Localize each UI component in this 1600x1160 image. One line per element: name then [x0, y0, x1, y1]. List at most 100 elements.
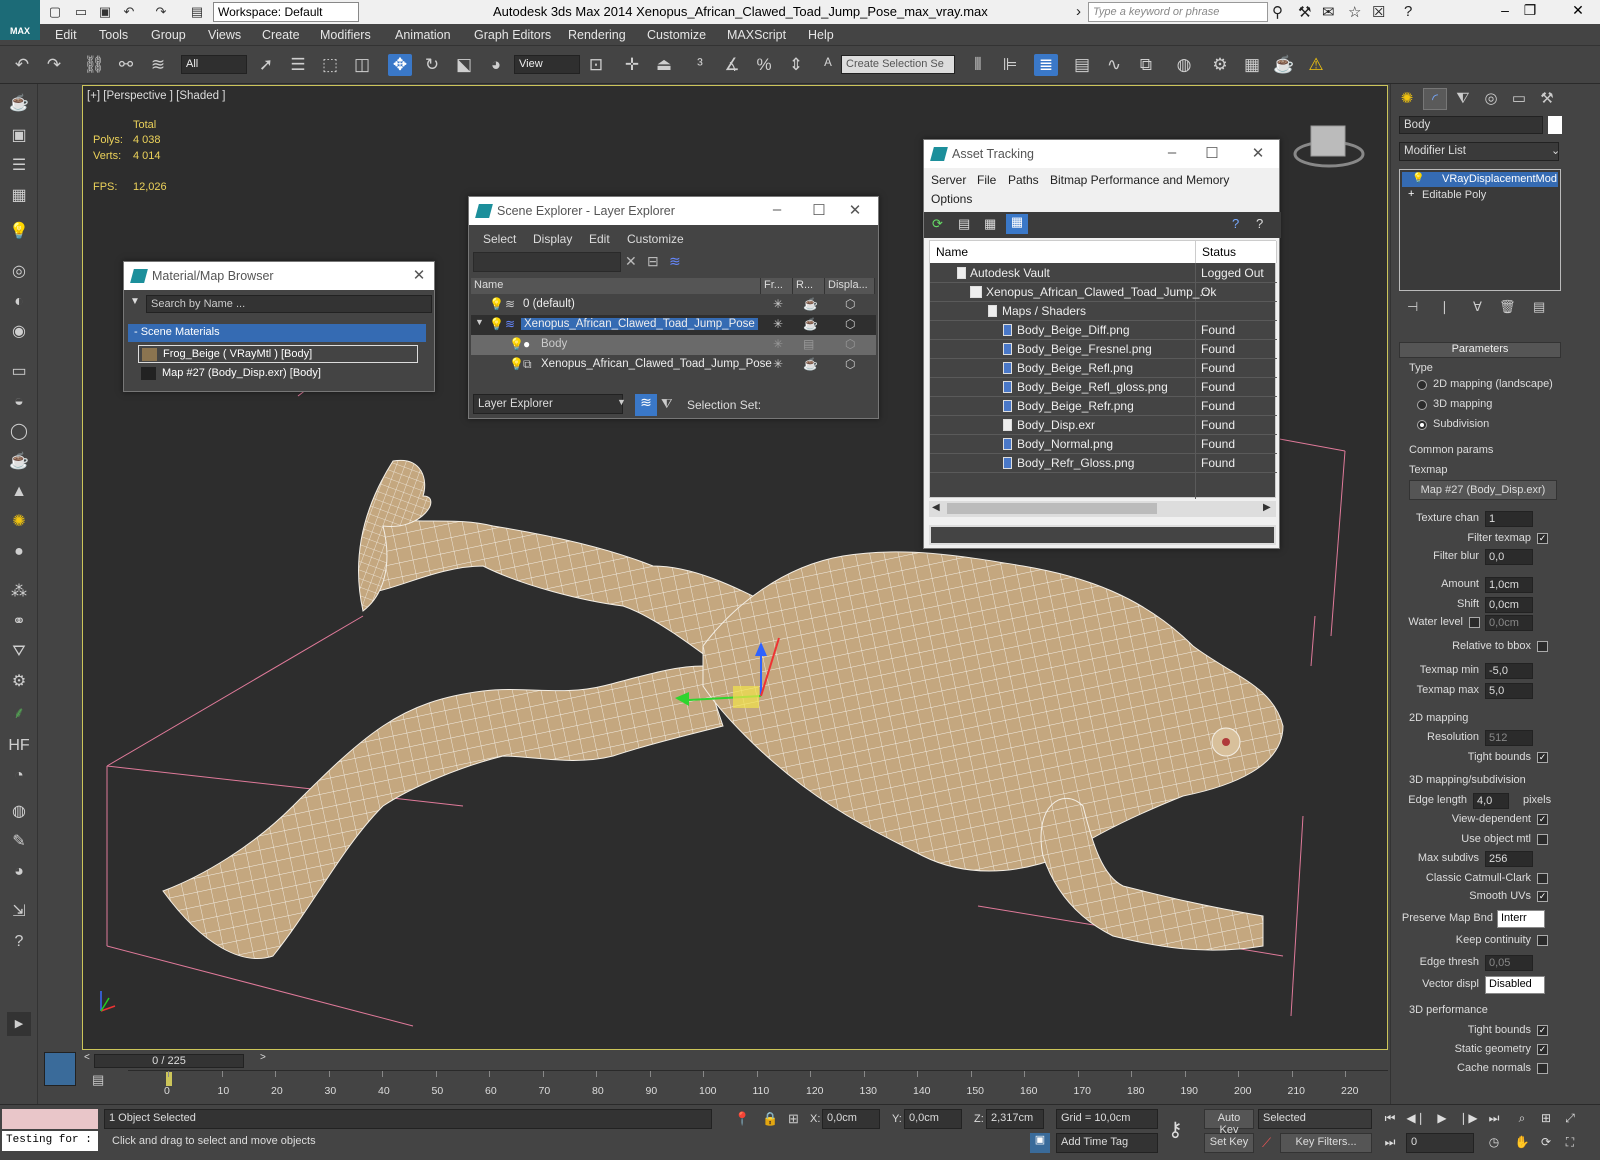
asset-row[interactable]: Body_Normal.png Found [930, 435, 1277, 454]
use-object-mtl-checkbox[interactable] [1537, 834, 1548, 845]
render-teapot-icon[interactable]: ☕ [803, 317, 818, 331]
lock-selection-icon[interactable]: 🔒 [762, 1111, 778, 1127]
asset-row[interactable]: Autodesk Vault Logged Out ... [930, 264, 1277, 294]
material-item[interactable]: Frog_Beige ( VRayMtl ) [Body] [138, 345, 418, 363]
redo-icon[interactable]: ↷ [42, 54, 66, 76]
column-status[interactable]: Status [1196, 241, 1277, 263]
window-crossing-icon[interactable]: ◫ [350, 54, 374, 76]
expand-arrow-icon[interactable]: ▼ [475, 317, 484, 327]
key-filters-button[interactable]: Key Filters... [1280, 1133, 1372, 1153]
angle-snap-icon[interactable]: ∡ [720, 54, 744, 76]
subscription-icon[interactable]: ⚒ [1298, 3, 1311, 21]
key-mode-dropdown[interactable]: Selected [1258, 1109, 1372, 1129]
object-icon[interactable]: ◔ [7, 764, 31, 788]
options-chevron-icon[interactable]: ▼ [130, 296, 140, 307]
light-bulb-icon[interactable]: 💡 [1412, 173, 1424, 184]
scene-menu-display[interactable]: Display [533, 232, 572, 246]
menu-help[interactable]: Help [808, 28, 834, 42]
orbit-icon[interactable]: ⟳ [1536, 1135, 1556, 1151]
stack-item-editable-poly[interactable]: Editable Poly [1422, 189, 1486, 201]
asset-menu-options[interactable]: Options [931, 192, 972, 206]
hf-icon[interactable]: HF [7, 734, 31, 758]
current-frame-marker[interactable] [166, 1072, 172, 1086]
column-name[interactable]: Name [930, 241, 1196, 263]
edge-thresh-spinner[interactable]: 0,05 [1485, 955, 1533, 971]
view-dependent-checkbox[interactable]: ✓ [1537, 814, 1548, 825]
redo-icon[interactable]: ↷ [152, 3, 170, 21]
list-view-icon[interactable]: ▤ [958, 216, 970, 232]
open-file-icon[interactable]: ▭ [72, 3, 90, 21]
zoom-all-icon[interactable]: ⊞ [1536, 1111, 1556, 1127]
asset-row[interactable]: Body_Beige_Refr.png Found [930, 397, 1277, 416]
texmap-min-spinner[interactable]: -5,0 [1485, 663, 1533, 679]
layer-export-icon[interactable]: ⇲ [7, 900, 31, 924]
save-file-icon[interactable]: ▣ [96, 3, 114, 21]
pivot-center-icon[interactable]: ⊡ [584, 54, 608, 76]
filter-blur-spinner[interactable]: 0,0 [1485, 549, 1533, 565]
asset-menu-paths[interactable]: Paths [1008, 173, 1039, 187]
scroll-thumb[interactable] [947, 503, 1157, 514]
scene-menu-select[interactable]: Select [483, 232, 516, 246]
horizontal-scrollbar[interactable]: ◀ ▶ [929, 501, 1276, 517]
dome-icon[interactable]: ◒ [7, 390, 31, 414]
close-icon[interactable]: ✕ [1243, 144, 1273, 162]
undo-icon[interactable]: ↶ [10, 54, 34, 76]
texmap-max-spinner[interactable]: 5,0 [1485, 683, 1533, 699]
isolate-selection-icon[interactable]: 📍 [734, 1111, 750, 1127]
layer-stack-icon[interactable]: ≋ [635, 394, 657, 416]
asset-row[interactable]: Xenopus_African_Clawed_Toad_Jump_... Ok [930, 283, 1277, 302]
material-ball-icon[interactable]: ◍ [7, 800, 31, 824]
scroll-left-icon[interactable]: ◀ [932, 502, 940, 513]
render-teapot-icon[interactable]: ☕ [803, 357, 818, 371]
warning-icon[interactable]: ⚠ [1304, 54, 1328, 76]
freeze-snowflake-icon[interactable]: ✳ [773, 297, 783, 311]
thumbnail-view-icon[interactable]: ▦ [984, 216, 996, 232]
scene-materials-header[interactable]: - Scene Materials [128, 324, 426, 342]
box-icon[interactable]: ▭ [7, 360, 31, 384]
layer-add-icon[interactable]: ≋ [669, 253, 681, 270]
amount-spinner[interactable]: 1,0cm [1485, 577, 1533, 593]
y-coord-field[interactable]: 0,0cm [904, 1109, 962, 1129]
tight-bounds-checkbox[interactable]: ✓ [1537, 752, 1548, 763]
utilities-tab-icon[interactable]: ⚒ [1535, 88, 1559, 110]
camera-icon[interactable]: ◎ [7, 260, 31, 284]
align-icon[interactable]: ⊫ [998, 54, 1022, 76]
render-icon[interactable]: ◕ [7, 860, 31, 884]
project-folder-icon[interactable]: ▤ [188, 3, 206, 21]
maximize-icon[interactable]: ☐ [1197, 144, 1227, 162]
scene-filter-input[interactable] [473, 252, 621, 272]
radio-3d-mapping[interactable] [1417, 400, 1427, 410]
display-box-icon[interactable]: ⬡ [845, 337, 855, 351]
table-view-icon[interactable]: ▦ [1006, 214, 1028, 234]
clear-filter-icon[interactable]: ✕ [625, 253, 637, 270]
expand-plus-icon[interactable]: + [1408, 188, 1414, 200]
display-box-icon[interactable]: ⬡ [845, 317, 855, 331]
asset-path-field[interactable] [929, 525, 1276, 545]
z-coord-field[interactable]: 2,317cm [986, 1109, 1044, 1129]
pyramid-icon[interactable]: ⛛ [7, 640, 31, 664]
maxscript-input[interactable]: Testing for : [2, 1131, 98, 1151]
new-file-icon[interactable]: ▢ [46, 3, 64, 21]
menu-edit[interactable]: Edit [55, 28, 77, 42]
go-to-end-icon[interactable]: ⏭ [1484, 1111, 1504, 1127]
maxscript-listener-mini[interactable] [2, 1109, 98, 1129]
maximize-icon[interactable]: ☐ [804, 201, 834, 219]
scroll-right-icon[interactable]: ▶ [1263, 502, 1271, 513]
keyboard-shortcut-icon[interactable]: ⏏ [652, 54, 676, 76]
object-row[interactable]: 💡 ● Body ✳ ▤ ⬡ [471, 335, 876, 355]
vector-displ-dropdown[interactable]: Disabled [1485, 976, 1545, 994]
asset-row[interactable]: Body_Disp.exr Found [930, 416, 1277, 435]
viewcube[interactable] [1293, 125, 1365, 168]
column-display[interactable]: Displa... [825, 278, 875, 294]
sun-icon[interactable]: ✺ [7, 510, 31, 534]
film-icon[interactable]: ◉ [7, 320, 31, 344]
freeze-snowflake-icon[interactable]: ✳ [773, 357, 783, 371]
resolution-spinner[interactable]: 512 [1485, 730, 1533, 746]
menu-customize[interactable]: Customize [647, 28, 706, 42]
radio-subdivision[interactable] [1417, 420, 1427, 430]
refresh-icon[interactable]: ⟳ [932, 216, 943, 232]
help-icon[interactable]: ? [1404, 3, 1412, 20]
search-binoculars-icon[interactable]: ⚲ [1272, 3, 1283, 21]
image-icon[interactable]: ▣ [7, 124, 31, 148]
menu-group[interactable]: Group [151, 28, 186, 42]
